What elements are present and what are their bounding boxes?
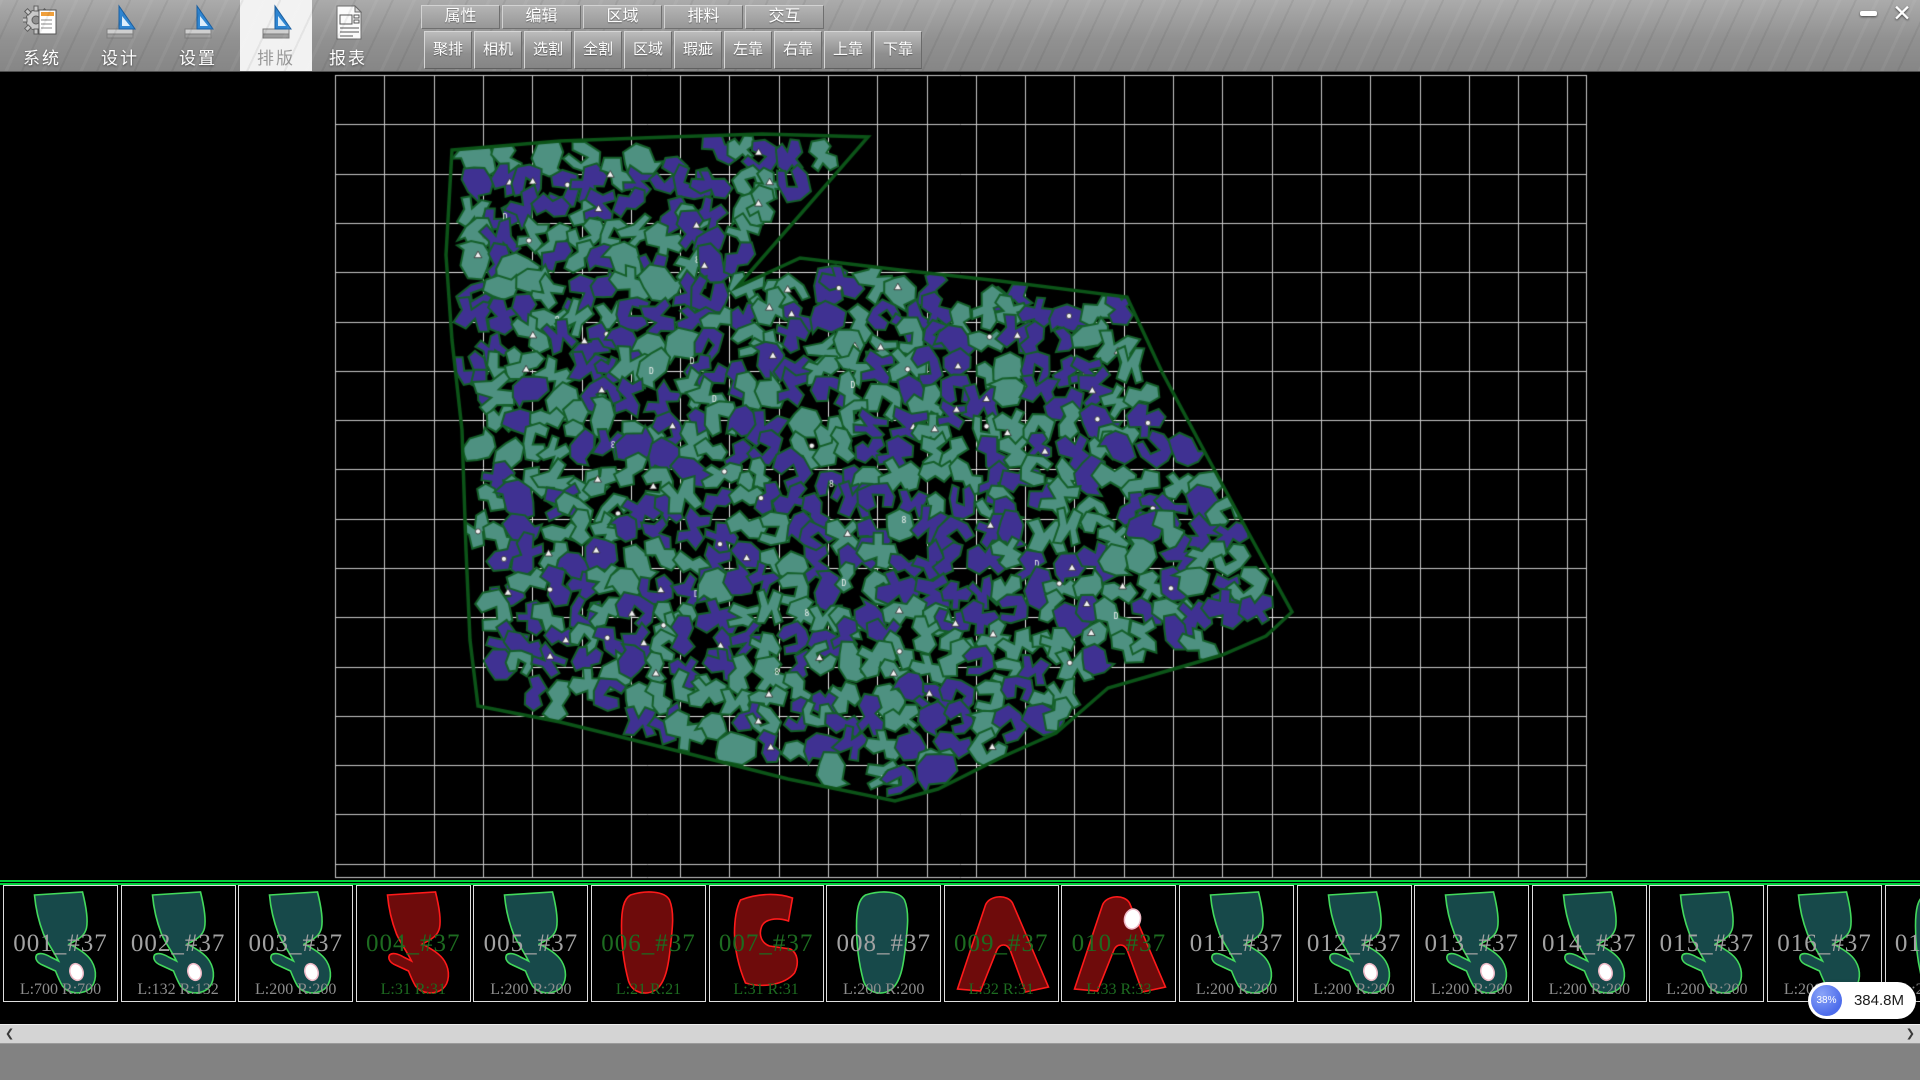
thumbnail-lr-count: L:200 R:200 [827, 981, 940, 999]
tool-button-camera[interactable]: 相机 [474, 31, 522, 69]
set-square-icon [179, 3, 217, 43]
thumbnail-lr-count: L:200 R:200 [239, 981, 352, 999]
gear-icon [23, 3, 61, 43]
set-square-icon [101, 3, 139, 43]
thumbnail-013[interactable]: 013_#37 L:200 R:200 [1414, 885, 1529, 1002]
tool-button-defect[interactable]: 瑕疵 [674, 31, 722, 69]
thumbnail-lr-count: L:132 R:132 [122, 981, 235, 999]
menu-item-interactive[interactable]: 交互 [745, 5, 824, 29]
thumbnail-name: 015_#37 [1650, 930, 1763, 958]
tool-button-area[interactable]: 区域 [624, 31, 672, 69]
thumbnail-name: 010_#37 [1062, 930, 1175, 958]
thumbnail-lr-count: L:200 R:200 [1533, 981, 1646, 999]
thumbnail-lr-count: L:200 R:200 [1415, 981, 1528, 999]
thumbnail-name: 013_#37 [1415, 930, 1528, 958]
tool-button-snap-top[interactable]: 上靠 [824, 31, 872, 69]
thumbnail-lr-count: L:200 R:200 [1650, 981, 1763, 999]
scroll-left-arrow[interactable]: ❮ [5, 1025, 14, 1043]
thumbnail-lr-count: L:700 R:700 [4, 981, 117, 999]
menu-item-nesting[interactable]: 排料 [664, 5, 743, 29]
thumbnail-002[interactable]: 002_#37 L:132 R:132 [121, 885, 236, 1002]
memory-value: 384.8M [1842, 992, 1916, 1009]
thumbnail-lr-count: L:33 R:33 [1062, 981, 1175, 999]
tool-button-cut-all[interactable]: 全割 [574, 31, 622, 69]
thumbnail-lr-count: L:32 R:31 [945, 981, 1058, 999]
close-button[interactable]: ✕ [1888, 2, 1916, 24]
memory-badge: 38% 384.8M [1808, 982, 1916, 1019]
set-square-icon [185, 6, 213, 38]
set-square-icon [257, 3, 295, 43]
menu-item-edit[interactable]: 编辑 [502, 5, 581, 29]
report-icon [337, 6, 361, 39]
thumbnail-006[interactable]: 006_#37 L:21 R:21 [591, 885, 706, 1002]
main-button-settings[interactable]: 设置 [162, 0, 234, 71]
thumbnail-name: 003_#37 [239, 930, 352, 958]
main-button-label: 报表 [312, 44, 384, 69]
tool-button-cluster[interactable]: 聚排 [424, 31, 472, 69]
thumbnail-003[interactable]: 003_#37 L:200 R:200 [238, 885, 353, 1002]
report-icon [329, 3, 367, 43]
thumbnail-014[interactable]: 014_#37 L:200 R:200 [1532, 885, 1647, 1002]
thumbnail-name: 009_#37 [945, 930, 1058, 958]
thumbnail-007[interactable]: 007_#37 L:31 R:31 [709, 885, 824, 1002]
thumbnail-name: 011_#37 [1180, 930, 1293, 958]
thumbnail-001[interactable]: 001_#37 L:700 R:700 [3, 885, 118, 1002]
thumbnail-lr-count: L:31 R:31 [357, 981, 470, 999]
thumbnail-name: 017_#37 [1886, 930, 1920, 958]
menu-item-attribute[interactable]: 属性 [421, 5, 500, 29]
thumbnail-name: 007_#37 [710, 930, 823, 958]
thumbnail-008[interactable]: 008_#37 L:200 R:200 [826, 885, 941, 1002]
thumbnail-004[interactable]: 004_#37 L:31 R:31 [356, 885, 471, 1002]
thumbnail-name: 002_#37 [122, 930, 235, 958]
main-button-layout[interactable]: 排版 [240, 0, 312, 71]
thumbnail-name: 014_#37 [1533, 930, 1646, 958]
window-controls: ✕ [1854, 2, 1916, 24]
tool-button-select-cut[interactable]: 选割 [524, 31, 572, 69]
thumbnail-lr-count: L:200 R:200 [1298, 981, 1411, 999]
main-button-label: 系统 [6, 44, 78, 69]
thumbnail-strip: 001_#37L:700 R:700002_#37L:132 R:132003_… [0, 885, 1920, 1003]
main-button-label: 设计 [84, 44, 156, 69]
minimize-icon [1860, 11, 1877, 16]
menu-item-area[interactable]: 区域 [583, 5, 662, 29]
thumbnail-name: 004_#37 [357, 930, 470, 958]
tool-button-snap-left[interactable]: 左靠 [724, 31, 772, 69]
thumbnail-name: 001_#37 [4, 930, 117, 958]
thumbnail-010[interactable]: 010_#37 L:33 R:33 [1061, 885, 1176, 1002]
app-window: 系统设计设置排版报表 属性编辑区域排料交互 聚排相机选割全割区域瑕疵左靠右靠上靠… [0, 0, 1920, 1080]
thumbnail-name: 008_#37 [827, 930, 940, 958]
set-square-icon [263, 6, 291, 38]
thumbnail-name: 006_#37 [592, 930, 705, 958]
main-button-design[interactable]: 设计 [84, 0, 156, 71]
thumbnail-lr-count: L:21 R:21 [592, 981, 705, 999]
thumbnail-009[interactable]: 009_#37 L:32 R:31 [944, 885, 1059, 1002]
thumbnail-012[interactable]: 012_#37 L:200 R:200 [1297, 885, 1412, 1002]
scroll-right-arrow[interactable]: ❯ [1906, 1025, 1915, 1043]
thumbnail-lr-count: L:200 R:200 [1180, 981, 1293, 999]
set-square-icon [107, 6, 135, 38]
close-icon: ✕ [1892, 3, 1911, 23]
minimize-button[interactable] [1854, 2, 1882, 24]
horizontal-scrollbar[interactable]: ❮ ❯ [0, 1024, 1920, 1043]
thumbnail-015[interactable]: 015_#37 L:200 R:200 [1649, 885, 1764, 1002]
thumbnail-005[interactable]: 005_#37 L:200 R:200 [473, 885, 588, 1002]
thumbnail-name: 005_#37 [474, 930, 587, 958]
main-button-system[interactable]: 系统 [6, 0, 78, 71]
thumbnail-lr-count: L:31 R:31 [710, 981, 823, 999]
gear-icon [23, 6, 56, 34]
thumbnail-name: 016_#37 [1768, 930, 1881, 958]
progress-percent: 38% [1811, 985, 1842, 1016]
main-button-label: 设置 [162, 44, 234, 69]
tool-button-snap-right[interactable]: 右靠 [774, 31, 822, 69]
main-button-report[interactable]: 报表 [312, 0, 384, 71]
thumbnail-lr-count: L:200 R:200 [474, 981, 587, 999]
main-button-label: 排版 [240, 44, 312, 69]
thumbnail-011[interactable]: 011_#37 L:200 R:200 [1179, 885, 1294, 1002]
toolbar: 系统设计设置排版报表 属性编辑区域排料交互 聚排相机选割全割区域瑕疵左靠右靠上靠… [0, 0, 1920, 72]
thumbnail-name: 012_#37 [1298, 930, 1411, 958]
status-bar [0, 1043, 1920, 1080]
tool-button-snap-bottom[interactable]: 下靠 [874, 31, 922, 69]
strip-separator-line [0, 880, 1920, 882]
